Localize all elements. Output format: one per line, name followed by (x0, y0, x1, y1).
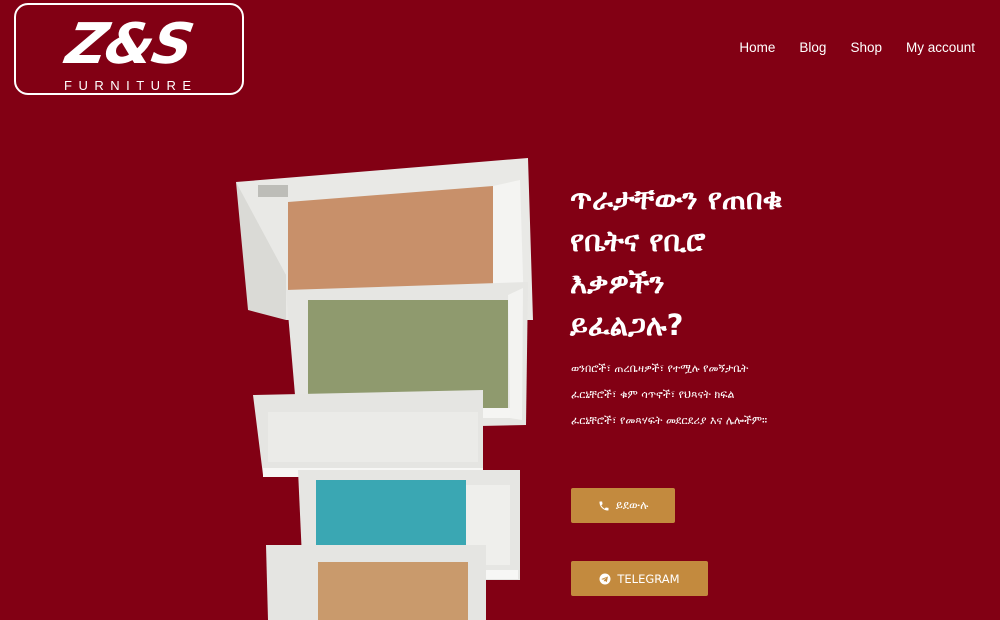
telegram-icon (599, 573, 611, 585)
phone-icon (598, 500, 610, 512)
telegram-button[interactable]: TELEGRAM (571, 561, 708, 596)
logo-wordmark: Z&S (61, 12, 197, 77)
telegram-button-label: TELEGRAM (617, 571, 680, 586)
site-logo[interactable]: Z&S FURNITURE (14, 3, 244, 95)
main-nav: Home Blog Shop My account (739, 40, 975, 55)
logo-subtitle: FURNITURE (64, 78, 198, 93)
hero-description: ወንበሮች፣ ጠረቤዛዎች፣ የተሟሉ የመኝታቤት ፈርኒቸሮች፣ ቁም ሳጥ… (571, 362, 768, 427)
nav-shop-link[interactable]: Shop (850, 40, 882, 55)
hero-headline: ጥራታቸውን የጠበቁ የቤትና የቢሮ እቃዎችን ይፈልጋሉ? (570, 182, 783, 342)
nav-my-account-link[interactable]: My account (906, 40, 975, 55)
hero-bookshelf-image (228, 150, 548, 620)
call-button-label: ይደውሉ (615, 498, 649, 512)
nav-home-link[interactable]: Home (739, 40, 775, 55)
call-button[interactable]: ይደውሉ (571, 488, 675, 523)
nav-blog-link[interactable]: Blog (799, 40, 826, 55)
